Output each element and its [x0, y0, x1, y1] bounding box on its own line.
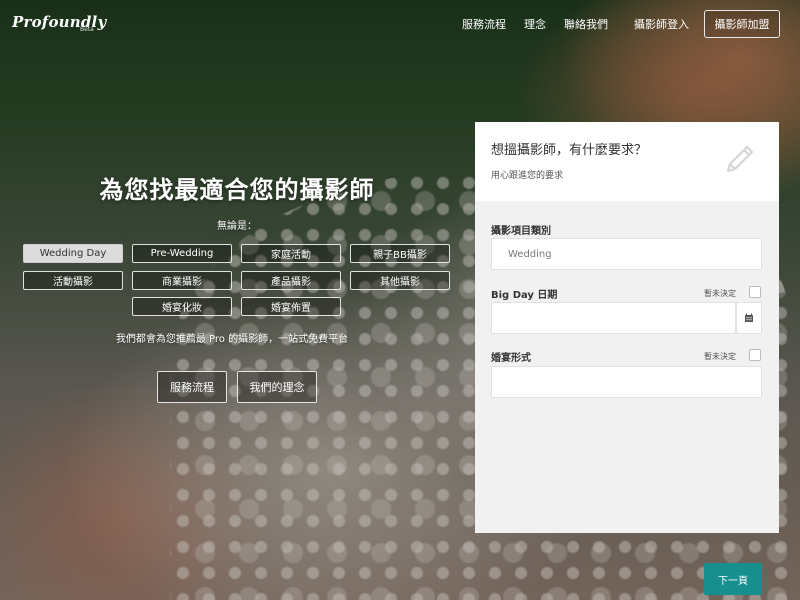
style-label: 婚宴形式	[491, 353, 531, 364]
nav-contact[interactable]: 聯絡我們	[564, 16, 608, 32]
date-label: Big Day 日期	[491, 290, 558, 301]
hero-subtitle: 無論是：	[217, 221, 257, 232]
tag-commercial[interactable]: 商業攝影	[132, 271, 232, 290]
tag-wedding-makeup[interactable]: 婚宴化妝	[132, 297, 232, 316]
date-undecided-label: 暫未決定	[704, 289, 736, 298]
style-input[interactable]	[491, 366, 762, 398]
style-undecided-label: 暫未決定	[704, 352, 736, 361]
nav-photographer-join-button[interactable]: 攝影師加盟	[704, 10, 780, 38]
calendar-icon	[745, 313, 753, 322]
date-input[interactable]	[491, 302, 736, 334]
tag-event[interactable]: 活動攝影	[23, 271, 123, 290]
tag-pre-wedding[interactable]: Pre-Wedding	[132, 244, 232, 263]
form-header: 想搵攝影師，有什麼要求？ 用心跟進您的要求	[475, 122, 779, 201]
tag-wedding-decor[interactable]: 婚宴佈置	[241, 297, 341, 316]
next-page-button[interactable]: 下一頁	[704, 563, 762, 595]
hero-note: 我們都會為您推薦最 Pro 的攝影師，一站式免費平台	[115, 334, 349, 345]
style-undecided-checkbox[interactable]	[749, 349, 761, 361]
nav-photographer-login[interactable]: 攝影師登入	[634, 16, 689, 32]
request-form-panel: 想搵攝影師，有什麼要求？ 用心跟進您的要求 攝影項目類別 Wedding Big…	[475, 122, 779, 595]
tag-wedding-day[interactable]: Wedding Day	[23, 244, 123, 263]
form-body: 攝影項目類別 Wedding Big Day 日期 暫未決定 婚宴形式 暫未決定…	[475, 201, 779, 595]
calendar-button[interactable]	[736, 302, 762, 334]
service-flow-button[interactable]: 服務流程	[157, 371, 227, 403]
navbar: Profoundly Beta 服務流程 理念 聯絡我們 攝影師登入 攝影師加盟	[0, 0, 800, 48]
nav-philosophy[interactable]: 理念	[524, 16, 546, 32]
pencil-icon	[726, 145, 754, 173]
tag-other[interactable]: 其他攝影	[350, 271, 450, 290]
tag-family-event[interactable]: 家庭活動	[241, 244, 341, 263]
category-input[interactable]: Wedding	[491, 238, 762, 270]
nav-service-flow[interactable]: 服務流程	[462, 16, 506, 32]
category-label: 攝影項目類別	[491, 226, 551, 237]
tag-product[interactable]: 產品攝影	[241, 271, 341, 290]
hero-title: 為您找最適合您的攝影師	[99, 176, 375, 204]
our-philosophy-button[interactable]: 我們的理念	[237, 371, 317, 403]
tag-kids-baby[interactable]: 親子BB攝影	[350, 244, 450, 263]
form-subtitle: 用心跟進您的要求	[491, 171, 564, 181]
date-undecided-checkbox[interactable]	[749, 286, 761, 298]
form-title: 想搵攝影師，有什麼要求？	[491, 143, 648, 158]
brand-beta-label: Beta	[80, 26, 94, 33]
